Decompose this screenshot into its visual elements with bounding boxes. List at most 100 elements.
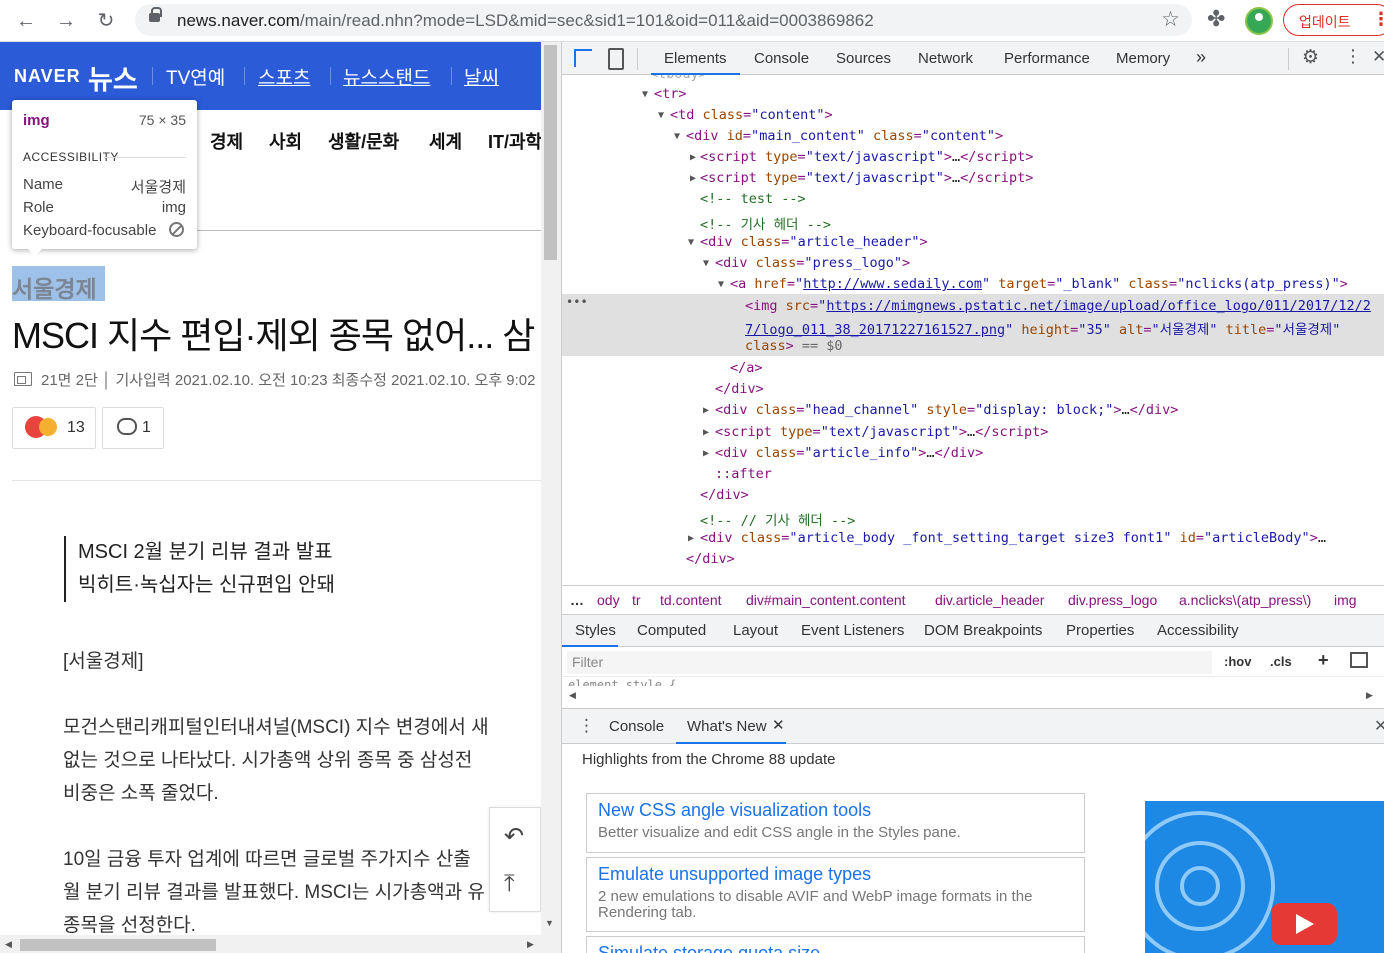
expand-triangle-icon[interactable]: ▶ [690, 173, 696, 184]
crumb[interactable]: div.press_logo [1068, 592, 1157, 608]
tab-sources[interactable]: Sources [836, 50, 891, 67]
comment-button[interactable]: 1 [102, 407, 164, 449]
crumb[interactable]: div#main_content.content [746, 592, 906, 608]
dom-line[interactable]: <div class="article_header"> [700, 234, 928, 250]
collapse-triangle-icon[interactable]: ▼ [642, 89, 648, 100]
more-actions-icon[interactable]: ••• [566, 295, 588, 309]
dom-line[interactable]: <div class="head_channel" style="display… [715, 402, 1178, 418]
dom-line[interactable]: <td class="content"> [670, 107, 833, 123]
card-title[interactable]: Emulate unsupported image types [598, 864, 1073, 885]
dom-line[interactable]: </a> [730, 360, 763, 376]
cls-toggle[interactable]: .cls [1270, 654, 1292, 669]
address-bar[interactable]: news.naver.com/main/read.nhn?mode=LSD&mi… [135, 4, 1192, 36]
close-drawer-icon[interactable]: ✕ [1374, 716, 1384, 736]
expand-triangle-icon[interactable]: ▶ [703, 448, 709, 459]
card-title[interactable]: New CSS angle visualization tools [598, 800, 1073, 821]
press-logo[interactable]: 서울경제 [12, 270, 97, 304]
kebab-menu-icon[interactable]: ⋮ [1372, 9, 1384, 29]
url-text[interactable]: news.naver.com/main/read.nhn?mode=LSD&mi… [177, 11, 874, 31]
more-tabs-icon[interactable]: » [1196, 47, 1206, 68]
dom-line[interactable]: </div> [715, 381, 764, 397]
tab-elements[interactable]: Elements [664, 50, 727, 67]
dom-line[interactable]: <div id="main_content" class="content"> [686, 128, 1003, 144]
category-society[interactable]: 사회 [269, 128, 302, 154]
dom-line[interactable]: <tr> [654, 86, 687, 102]
back-return-icon[interactable]: ↶ [504, 822, 524, 851]
tab-console[interactable]: Console [754, 50, 809, 67]
settings-gear-icon[interactable]: ⚙ [1302, 46, 1319, 69]
bookmark-star-icon[interactable]: ☆ [1161, 7, 1180, 32]
drawer-menu-icon[interactable]: ⋮ [578, 716, 595, 736]
nav-sports[interactable]: 스포츠 [258, 63, 310, 90]
expand-triangle-icon[interactable]: ▶ [688, 533, 694, 544]
collapse-triangle-icon[interactable]: ▼ [718, 279, 724, 290]
tab-styles[interactable]: Styles [575, 622, 616, 639]
youtube-play-icon[interactable] [1271, 903, 1337, 945]
collapse-triangle-icon[interactable]: ▼ [674, 131, 680, 142]
crumb-overflow[interactable]: … [570, 592, 584, 608]
crumb[interactable]: div.article_header [935, 592, 1044, 608]
tab-performance[interactable]: Performance [1004, 50, 1090, 67]
scrollbar-thumb[interactable] [20, 939, 216, 951]
category-it[interactable]: IT/과학 [488, 128, 541, 154]
scroll-left-arrow-icon[interactable]: ◀ [569, 690, 576, 701]
dom-line[interactable]: <a href="http://www.sedaily.com" target=… [730, 276, 1348, 292]
hov-toggle[interactable]: :hov [1224, 654, 1251, 669]
collapse-triangle-icon[interactable]: ▼ [703, 258, 709, 269]
dom-line[interactable]: <img src="https://mimgnews.pstatic.net/i… [745, 298, 1371, 314]
expand-triangle-icon[interactable]: ▶ [703, 427, 709, 438]
filter-input[interactable]: Filter [567, 651, 1212, 674]
update-button[interactable]: 업데이트 ⋮ [1283, 4, 1384, 36]
tab-computed[interactable]: Computed [637, 622, 706, 639]
scroll-right-arrow-icon[interactable]: ▶ [1366, 690, 1373, 701]
dom-comment[interactable]: <!-- test --> [700, 191, 806, 207]
add-rule-icon[interactable]: + [1318, 650, 1329, 671]
collapse-triangle-icon[interactable]: ▼ [658, 110, 664, 121]
device-toggle-icon[interactable] [608, 48, 624, 70]
tab-dom-breakpoints[interactable]: DOM Breakpoints [924, 622, 1042, 639]
crumb[interactable]: img [1334, 592, 1357, 608]
dom-line[interactable]: <script type="text/javascript">…</script… [715, 424, 1048, 440]
tab-properties[interactable]: Properties [1066, 622, 1134, 639]
tab-memory[interactable]: Memory [1116, 50, 1170, 67]
feature-card[interactable]: Simulate storage quota size [586, 936, 1085, 953]
dom-line[interactable]: <script type="text/javascript">…</script… [700, 149, 1033, 165]
dom-comment[interactable]: <!-- 기사 헤더 --> [700, 213, 831, 233]
sidebar-toggle-icon[interactable] [1350, 652, 1368, 668]
scroll-left-arrow-icon[interactable]: ◀ [5, 939, 12, 950]
tab-accessibility[interactable]: Accessibility [1157, 622, 1239, 639]
news-logo[interactable]: 뉴스 [88, 58, 138, 97]
scrollbar-thumb[interactable] [544, 45, 557, 260]
img-src[interactable]: https://mimgnews.pstatic.net/image/uploa… [826, 298, 1371, 314]
dom-line[interactable]: class> == $0 [745, 338, 843, 354]
feature-card[interactable]: Emulate unsupported image types 2 new em… [586, 857, 1085, 932]
dom-line[interactable]: <script type="text/javascript">…</script… [700, 170, 1033, 186]
scroll-right-arrow-icon[interactable]: ▶ [527, 939, 534, 950]
reload-icon[interactable]: ↻ [92, 7, 120, 35]
reaction-button[interactable]: 13 [12, 407, 96, 449]
dom-line[interactable]: 7/logo_011_38_20171227161527.png" height… [745, 318, 1340, 338]
back-arrow-icon[interactable]: ← [12, 7, 40, 35]
dom-line[interactable]: <div class="press_logo"> [715, 255, 910, 271]
card-title[interactable]: Simulate storage quota size [598, 943, 1073, 953]
naver-logo[interactable]: NAVER [14, 66, 81, 87]
dom-line[interactable]: </div> [700, 487, 749, 503]
kebab-menu-icon[interactable]: ⋮ [1344, 46, 1362, 67]
dom-line[interactable]: <div class="article_body _font_setting_t… [700, 530, 1326, 546]
inspect-element-icon[interactable] [574, 49, 592, 67]
drawer-tab-whats-new[interactable]: What's New [687, 718, 767, 735]
tab-layout[interactable]: Layout [733, 622, 778, 639]
crumb[interactable]: ody [597, 592, 620, 608]
nav-newsstand[interactable]: 뉴스스탠드 [343, 63, 430, 90]
drawer-tab-console[interactable]: Console [609, 718, 664, 735]
a-href[interactable]: http://www.sedaily.com [803, 276, 982, 292]
category-world[interactable]: 세계 [429, 128, 462, 154]
close-tab-icon[interactable]: ✕ [772, 716, 785, 734]
scroll-top-icon[interactable]: ⤒ [504, 870, 515, 898]
category-life[interactable]: 생활/문화 [328, 128, 399, 154]
collapse-triangle-icon[interactable]: ▼ [688, 237, 694, 248]
crumb[interactable]: td.content [660, 592, 722, 608]
feature-card[interactable]: New CSS angle visualization tools Better… [586, 793, 1085, 853]
forward-arrow-icon[interactable]: → [52, 7, 80, 35]
expand-triangle-icon[interactable]: ▶ [690, 152, 696, 163]
